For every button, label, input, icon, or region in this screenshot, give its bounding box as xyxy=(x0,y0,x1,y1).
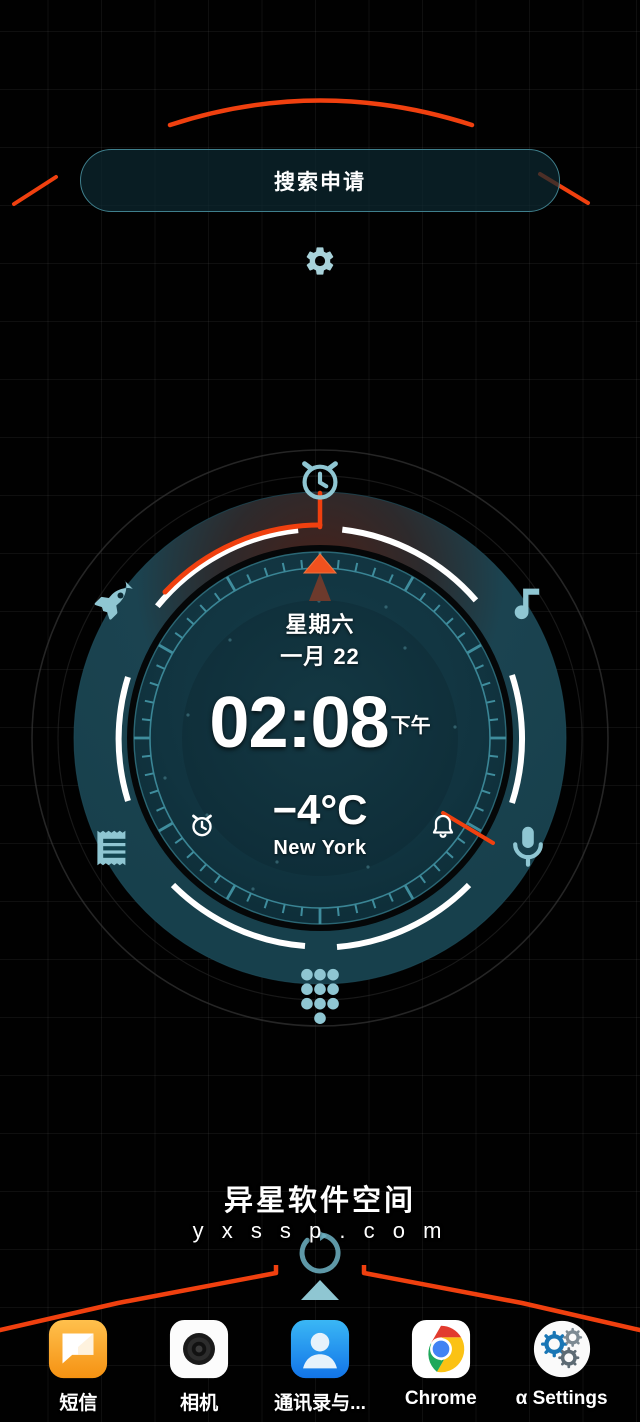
receipt-notes-icon[interactable] xyxy=(82,815,148,881)
dock-label: 通讯录与... xyxy=(274,1393,366,1414)
dock-item-chrome[interactable]: Chrome xyxy=(385,1318,497,1410)
gear-icon-glyph xyxy=(306,247,334,275)
search-bar[interactable]: 搜索申请 xyxy=(80,149,560,212)
alarm-clock-icon[interactable] xyxy=(287,447,353,513)
chrome-icon-glyph xyxy=(411,1319,470,1379)
home-screen: 搜索申请 星期六 一月 22 02:08 下午 −4°C New York 异星… xyxy=(0,0,640,1422)
dock-label: 相机 xyxy=(180,1393,219,1414)
dock-item-camera[interactable]: 相机 xyxy=(143,1318,255,1415)
dock: 短信 相机 通讯录与... Chrome α Settings xyxy=(0,1318,640,1422)
gear-icon[interactable] xyxy=(301,242,339,280)
dialpad-icon[interactable] xyxy=(293,960,347,1030)
dock-item-messages[interactable]: 短信 xyxy=(22,1318,134,1415)
bell-icon-glyph xyxy=(432,814,454,838)
up-arrow-icon[interactable] xyxy=(298,1277,342,1303)
camera-icon xyxy=(168,1318,230,1380)
alarm-small-icon[interactable] xyxy=(182,805,222,845)
settings-gears-icon xyxy=(531,1318,593,1380)
messages-icon-glyph xyxy=(49,1319,108,1379)
dock-label: α Settings xyxy=(515,1388,608,1409)
microphone-icon-glyph xyxy=(513,826,543,867)
dialpad-icon-glyph xyxy=(301,968,339,1024)
contacts-icon xyxy=(289,1318,351,1380)
alarm-small-icon-glyph xyxy=(192,814,212,837)
bell-icon[interactable] xyxy=(423,807,463,847)
clock-widget[interactable]: 星期六 一月 22 02:08 下午 −4°C New York xyxy=(25,415,615,1065)
dock-item-settings[interactable]: α Settings xyxy=(506,1318,618,1410)
rocket-icon-glyph xyxy=(94,580,133,620)
dock-label: 短信 xyxy=(59,1393,98,1414)
microphone-icon[interactable] xyxy=(495,813,561,879)
dock-label: Chrome xyxy=(404,1388,477,1409)
search-bar-label: 搜索申请 xyxy=(274,170,366,194)
contacts-icon-glyph xyxy=(290,1319,350,1379)
settings-gears-icon-glyph xyxy=(533,1320,590,1378)
alarm-clock-icon-glyph xyxy=(302,461,338,500)
music-note-icon[interactable] xyxy=(493,570,559,636)
watermark-chinese: 异星软件空间 xyxy=(223,1185,416,1217)
messages-icon xyxy=(47,1318,109,1380)
music-note-icon-glyph xyxy=(514,588,540,620)
receipt-notes-icon-glyph xyxy=(97,830,127,866)
rocket-icon[interactable] xyxy=(80,570,146,636)
chrome-icon xyxy=(410,1318,472,1380)
camera-icon-glyph xyxy=(170,1319,229,1379)
dock-item-contacts[interactable]: 通讯录与... xyxy=(264,1318,376,1415)
